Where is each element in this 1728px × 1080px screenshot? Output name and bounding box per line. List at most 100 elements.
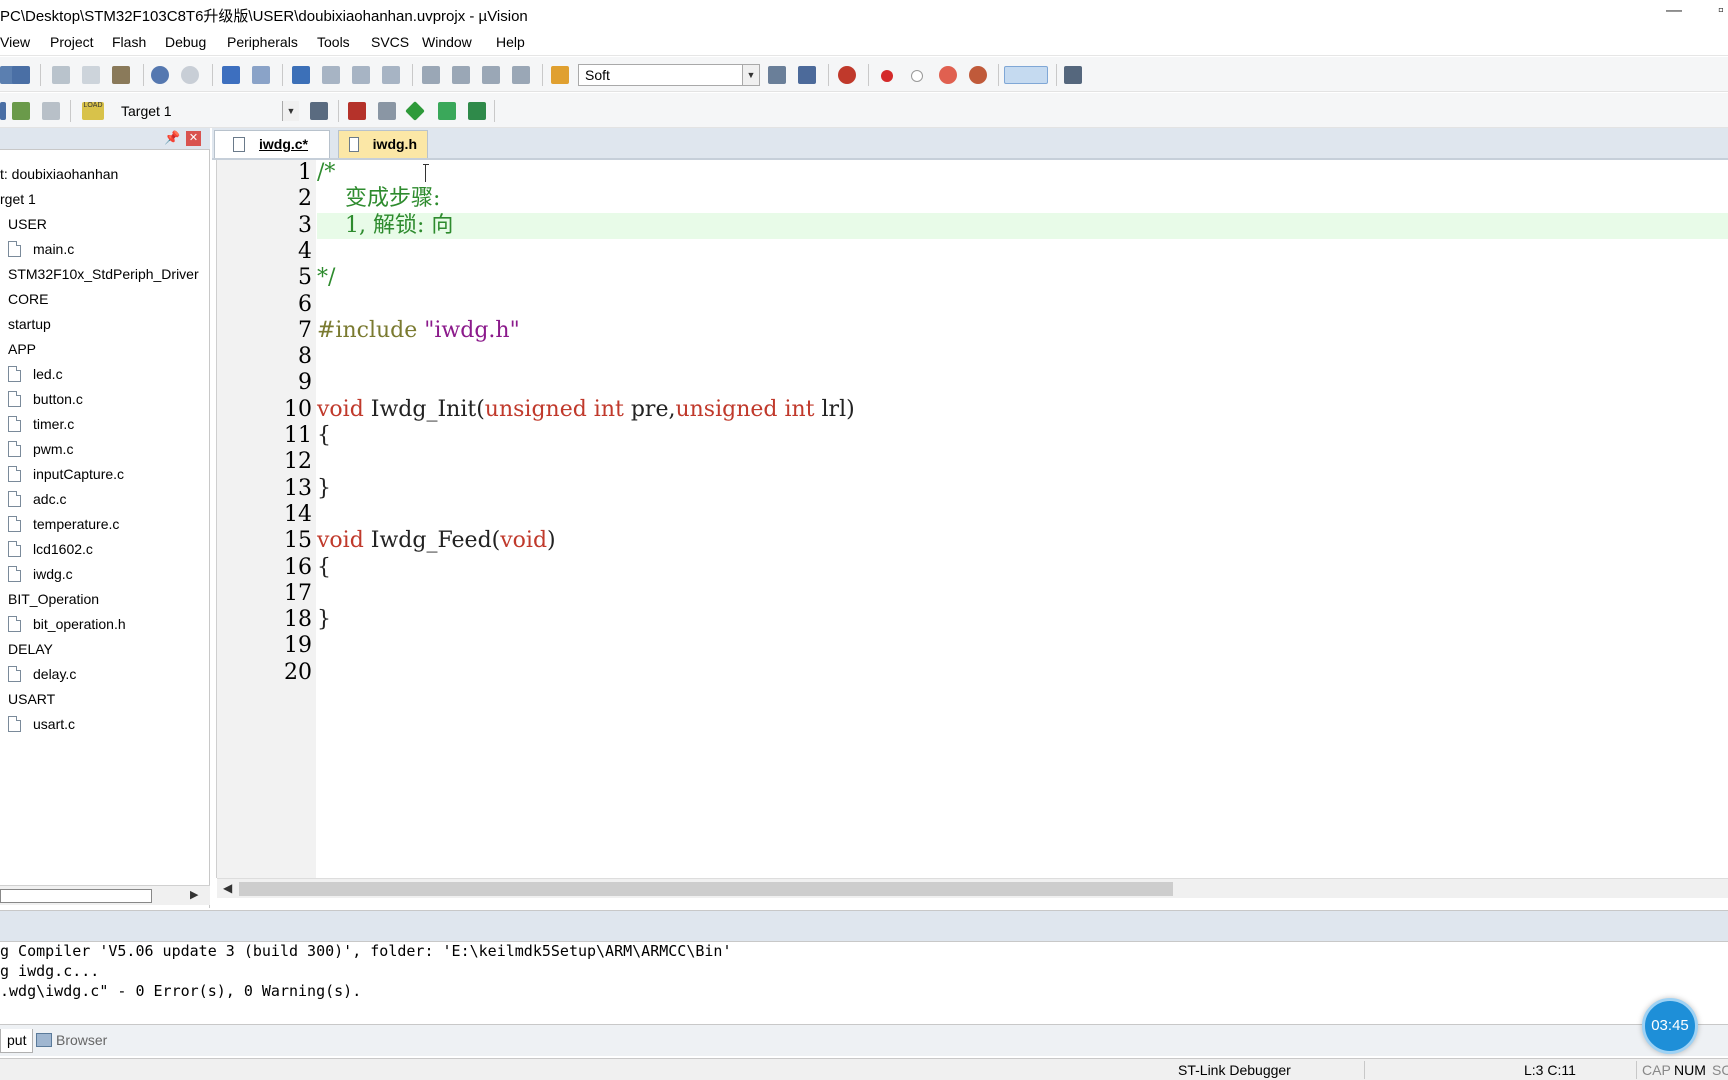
code-line[interactable]: */ [317,265,1728,291]
tree-file-item[interactable]: led.c [8,362,63,386]
code-editor[interactable]: 1 2 3 4 5 6 7 8 9 10 11 12 13 14 15 16 17 18 19 20 /* 变成步骤:… [216,160,1728,898]
nav-back-icon[interactable] [222,66,240,84]
bookmark-prev-icon[interactable] [322,66,340,84]
configure-icon[interactable] [1064,66,1082,84]
bookmark-clear-icon[interactable] [382,66,400,84]
gem-icon[interactable] [438,102,456,120]
tree-file-item[interactable]: button.c [8,387,83,411]
tree-group-item[interactable]: APP [8,337,36,361]
menu-view[interactable]: View [0,34,30,50]
breakpoint-disable-icon[interactable] [911,70,923,82]
incremental-find-icon[interactable] [768,66,786,84]
tree-file-item[interactable]: usart.c [8,712,75,736]
rebuild-icon[interactable] [42,102,60,120]
tree-file-item[interactable]: iwdg.c [8,562,73,586]
select-packs-icon[interactable] [405,101,425,121]
code-line[interactable]: } [317,476,1728,502]
code-line[interactable]: 1, 解锁: 向 [317,212,1728,239]
code-line[interactable]: { [317,555,1728,581]
code-line[interactable]: void Iwdg_Feed(void) [317,528,1728,554]
tree-file-item[interactable]: bit_operation.h [8,612,126,636]
cut-icon[interactable] [52,66,70,84]
menu-flash[interactable]: Flash [112,34,146,50]
find-in-files-icon[interactable] [551,66,569,84]
code-area[interactable]: /* 变成步骤: 1, 解锁: 向 */ #include "iwdg.h" void… [317,160,1728,878]
code-line[interactable] [317,633,1728,659]
tree-file-item[interactable]: lcd1602.c [8,537,93,561]
code-line[interactable] [317,239,1728,265]
tab-build-output[interactable]: put [0,1029,34,1053]
code-line[interactable]: { [317,423,1728,449]
editor-scrollbar[interactable]: ◀ [217,878,1728,898]
menu-help[interactable]: Help [496,34,525,50]
breakpoint-kill-icon[interactable] [939,66,957,84]
tree-group-item[interactable]: USART [8,687,55,711]
tree-file-item[interactable]: temperature.c [8,512,119,536]
code-line[interactable]: } [317,607,1728,633]
scrollbar-thumb[interactable] [239,882,1173,896]
tree-group-item[interactable]: STM32F10x_StdPeriph_Driver [8,262,199,286]
undo-icon[interactable] [151,66,169,84]
code-line[interactable] [317,660,1728,686]
tree-group-item[interactable]: USER [8,212,47,236]
code-line[interactable] [317,581,1728,607]
bookmark-set-icon[interactable] [292,66,310,84]
code-line[interactable] [317,370,1728,396]
tab-browser[interactable]: Browser [30,1029,113,1053]
nav-forward-icon[interactable] [252,66,270,84]
tree-file-item[interactable]: pwm.c [8,437,73,461]
code-line[interactable] [317,502,1728,528]
breakpoint-insert-icon[interactable] [881,70,893,82]
code-line[interactable] [317,344,1728,370]
save-all-icon[interactable] [12,66,30,84]
tree-group-item[interactable]: BIT_Operation [8,587,99,611]
tab-iwdg-c[interactable]: iwdg.c* [214,130,330,158]
menu-window[interactable]: Window [422,34,472,50]
manage-components-icon[interactable] [348,102,366,120]
tree-file-item[interactable]: main.c [8,237,74,261]
chevron-down-icon[interactable]: ▼ [742,65,759,85]
redo-icon[interactable] [181,66,199,84]
tree-target-item[interactable]: rget 1 [0,187,36,211]
tree-file-item[interactable]: timer.c [8,412,74,436]
code-line[interactable]: #include "iwdg.h" [317,318,1728,344]
code-line[interactable]: 变成步骤: [317,186,1728,212]
maximize-button[interactable]: ▫ [1718,2,1724,20]
tree-group-item[interactable]: startup [8,312,51,336]
menu-debug[interactable]: Debug [165,34,206,50]
tab-iwdg-h[interactable]: iwdg.h [338,130,428,158]
menu-svcs[interactable]: SVCS [371,34,409,50]
code-line[interactable] [317,449,1728,475]
tree-group-item[interactable]: CORE [8,287,48,311]
unindent-icon[interactable] [452,66,470,84]
tree-file-item[interactable]: inputCapture.c [8,462,124,486]
debug-start-icon[interactable] [838,66,856,84]
bookmark-next-icon[interactable] [352,66,370,84]
tree-file-item[interactable]: adc.c [8,487,66,511]
uncomment-icon[interactable] [512,66,530,84]
minimize-button[interactable]: — [1666,2,1682,20]
target-combo[interactable]: Target 1 ▼ [114,100,300,122]
find-combo[interactable]: Soft ▼ [578,64,760,86]
build-icon[interactable] [12,102,30,120]
tree-file-item[interactable]: delay.c [8,662,76,686]
menu-tools[interactable]: Tools [317,34,350,50]
window-layout-icon[interactable] [1004,66,1048,84]
pin-icon[interactable]: 📌 [164,130,180,146]
scrollbar-thumb[interactable] [0,889,152,903]
menu-project[interactable]: Project [50,34,94,50]
tree-group-item[interactable]: DELAY [8,637,53,661]
search-replace-icon[interactable] [798,66,816,84]
project-panel-scrollbar[interactable]: ▶ [0,885,210,905]
translate-icon[interactable] [0,102,6,120]
code-line[interactable]: void Iwdg_Init(unsigned int pre,unsigned… [317,397,1728,423]
scroll-right-arrow-icon[interactable]: ▶ [190,888,198,901]
breakpoint-all-icon[interactable] [969,66,987,84]
recording-timer-badge[interactable]: 03:45 [1642,998,1698,1054]
comment-icon[interactable] [482,66,500,84]
download-icon[interactable]: LOAD [82,102,104,120]
copy-icon[interactable] [82,66,100,84]
menu-peripherals[interactable]: Peripherals [227,34,298,50]
scroll-left-arrow-icon[interactable]: ◀ [223,881,232,895]
code-line[interactable] [317,292,1728,318]
